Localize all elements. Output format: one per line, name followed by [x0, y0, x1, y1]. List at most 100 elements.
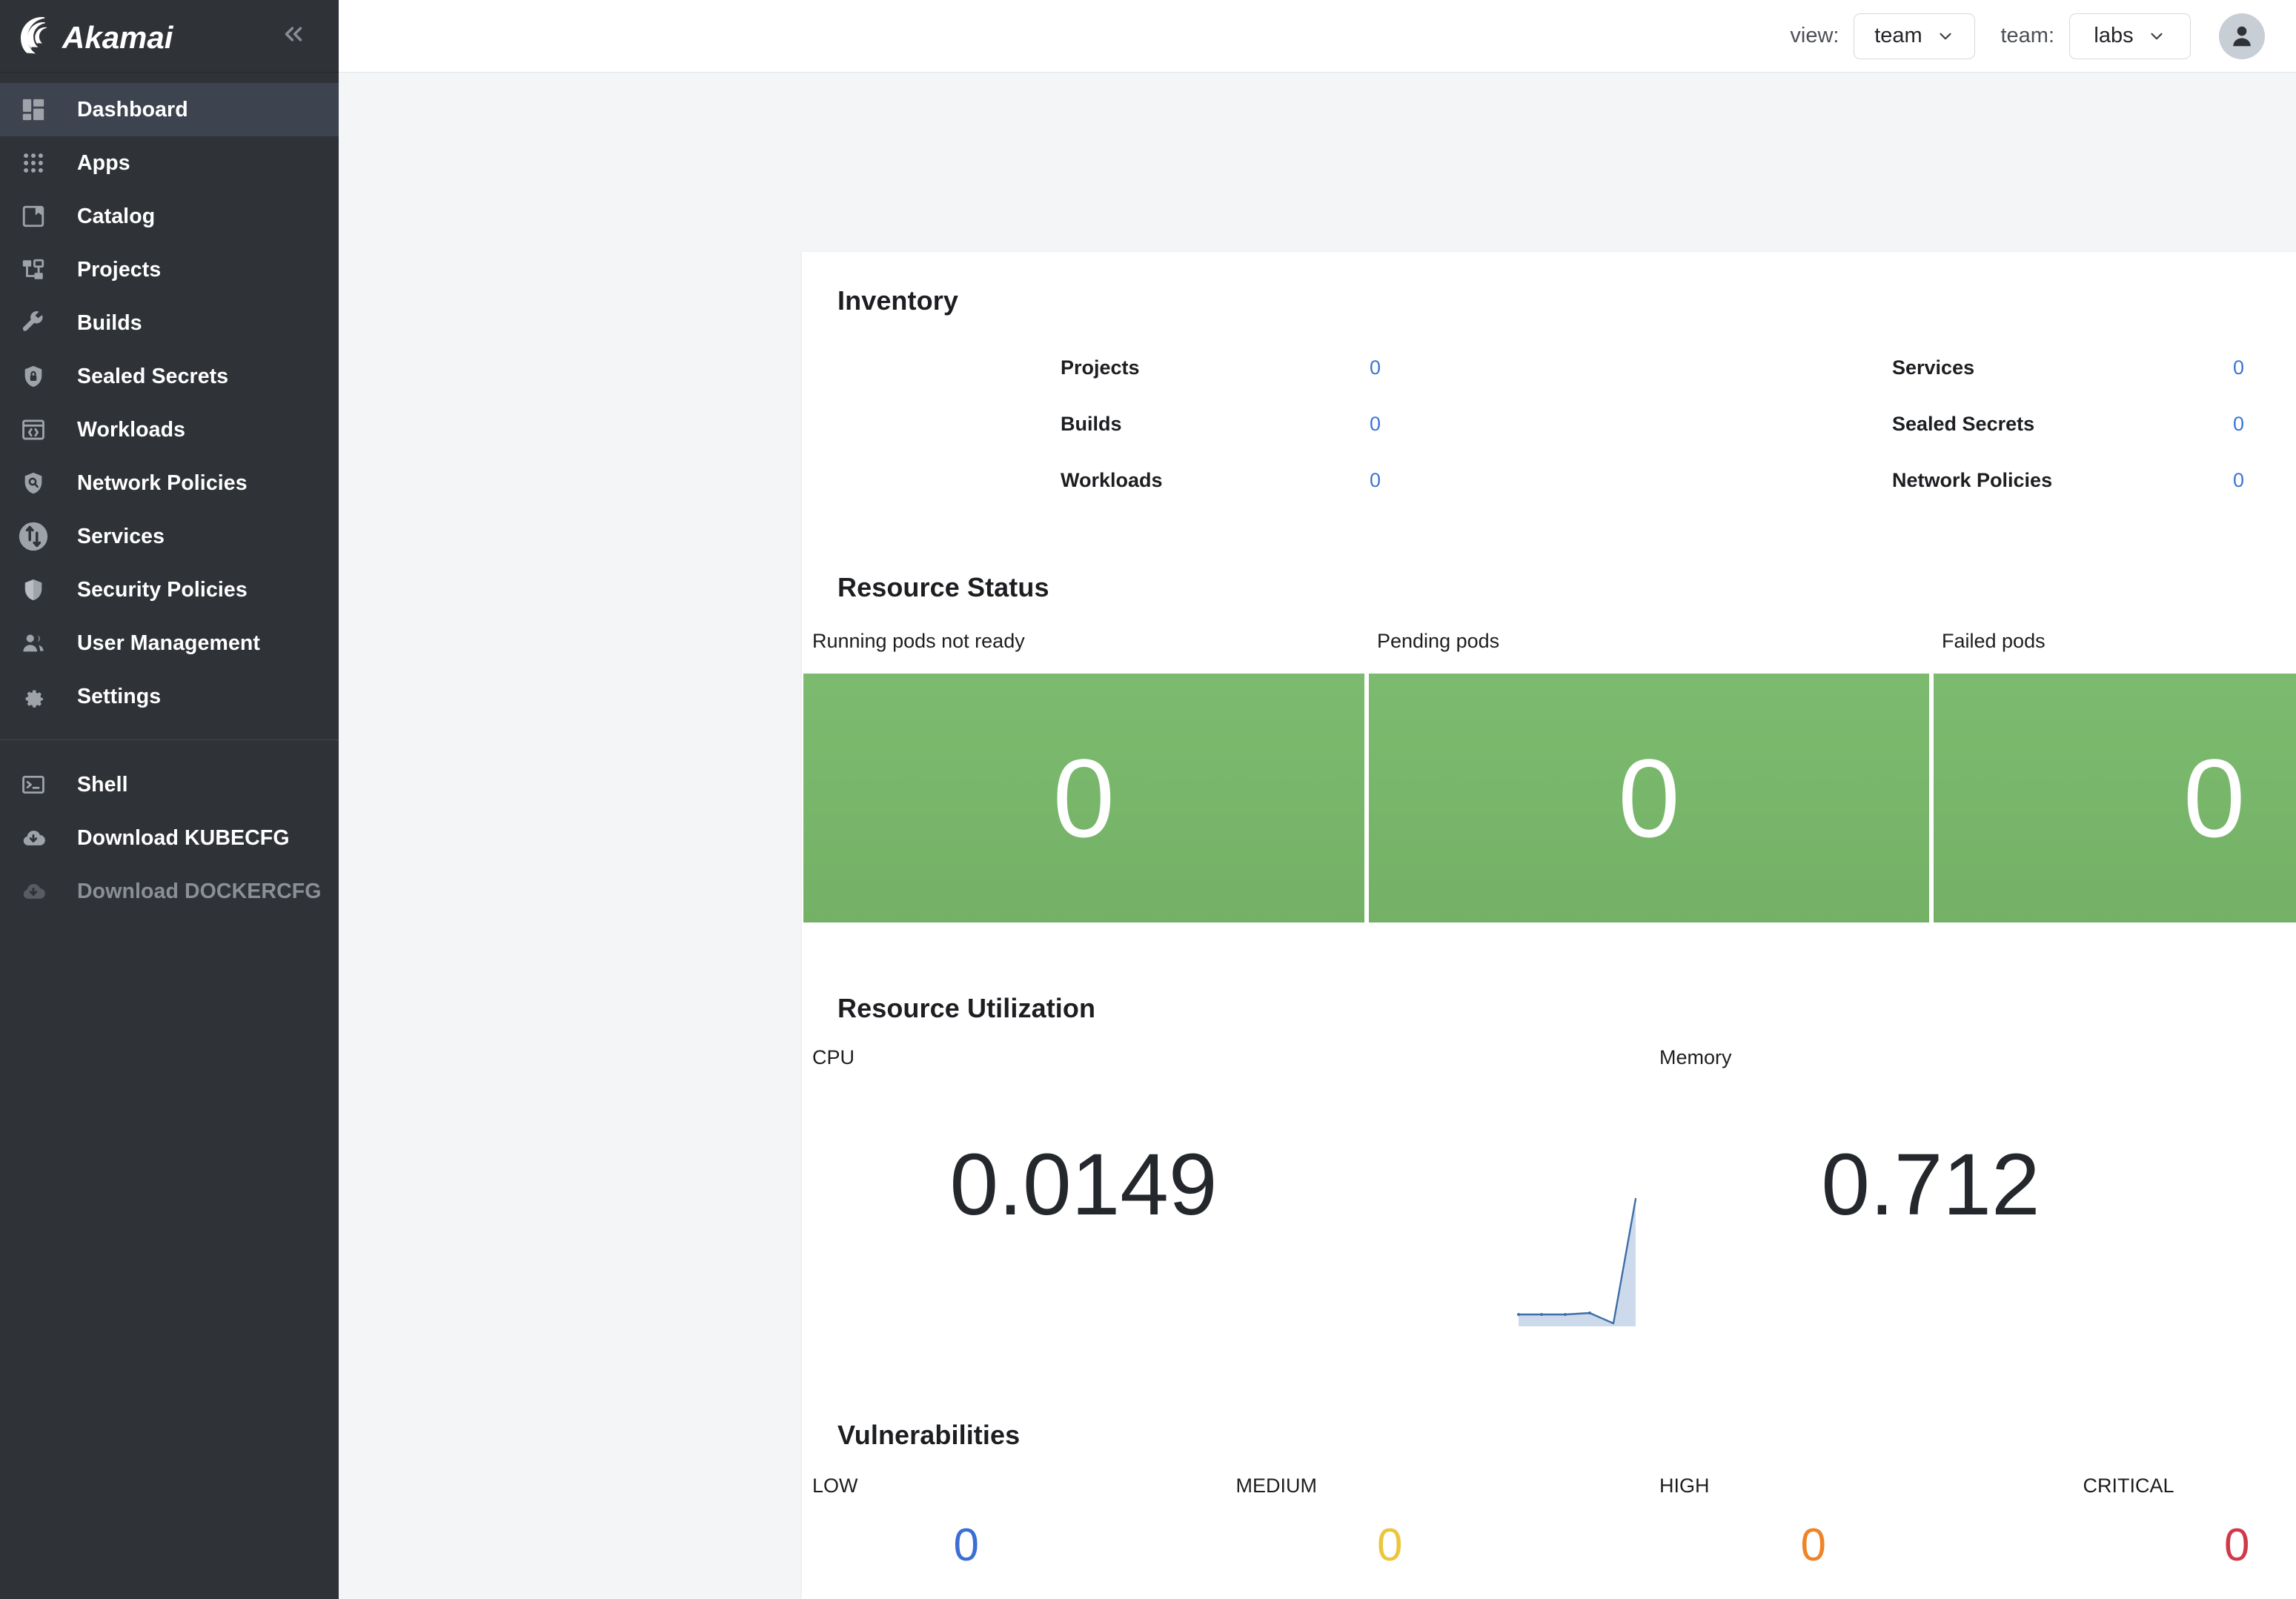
view-select[interactable]: team [1854, 13, 1976, 59]
resource-status-label: Running pods not ready [812, 630, 1025, 652]
cpu-sparkline [1501, 1157, 1649, 1328]
shield-lock-icon [16, 359, 50, 393]
resource-status-label: Failed pods [1942, 630, 2046, 652]
vulnerabilities-row: LOW 0 MEDIUM 0 HIGH 0 CRITICAL 0 [802, 1475, 2296, 1569]
inventory-value[interactable]: 0 [2233, 413, 2244, 436]
sidebar-collapse-button[interactable] [273, 14, 313, 58]
vulnerability-label: LOW [812, 1475, 858, 1497]
sidebar-item-sealed-secrets[interactable]: Sealed Secrets [0, 350, 339, 403]
sidebar-item-services[interactable]: Services [0, 510, 339, 563]
sidebar-item-label: Dashboard [77, 97, 188, 122]
sidebar-item-label: Catalog [77, 204, 156, 228]
sidebar-item-builds[interactable]: Builds [0, 296, 339, 350]
cpu-value: 0.0149 [949, 1136, 1218, 1234]
sidebar-item-label: User Management [77, 631, 260, 655]
sidebar-item-user-management[interactable]: User Management [0, 616, 339, 670]
inventory-value[interactable]: 0 [2233, 469, 2244, 492]
resource-status-label: Pending pods [1377, 630, 1500, 652]
team-label: team: [2000, 24, 2054, 47]
sidebar-primary-nav: Dashboard Apps Catalog Projects Builds S… [0, 83, 339, 723]
cloud-download-icon [16, 821, 50, 855]
vulnerabilities-section: LOW 0 MEDIUM 0 HIGH 0 CRITICAL 0 [802, 1475, 2296, 1569]
sidebar-item-catalog[interactable]: Catalog [0, 190, 339, 243]
sidebar-item-dashboard[interactable]: Dashboard [0, 83, 339, 136]
inventory-grid: Projects 0 Services 0 Builds 0 Sealed Se… [802, 339, 2296, 508]
vulnerability-value[interactable]: 0 [802, 1523, 1226, 1569]
vulnerability-label: MEDIUM [1235, 1475, 1318, 1497]
resource-status-labels: Running pods not ready Pending pods Fail… [802, 630, 2296, 653]
resource-status-title: Resource Status [837, 572, 1049, 602]
sidebar-item-security-policies[interactable]: Security Policies [0, 563, 339, 616]
sidebar-item-label: Sealed Secrets [77, 364, 229, 388]
main-area: view: team team: labs Inventory Projects… [339, 0, 2296, 1599]
chevron-down-icon [2151, 33, 2163, 39]
sidebar-item-label: Network Policies [77, 471, 248, 495]
inventory-label: Services [1892, 356, 1975, 379]
vulnerability-value[interactable]: 0 [1649, 1523, 2073, 1569]
dashboard-card: Inventory Projects 0 Services 0 Builds 0 [802, 252, 2296, 1599]
vulnerability-medium: MEDIUM 0 [1226, 1475, 1650, 1569]
sidebar-divider [0, 739, 339, 740]
vulnerability-label: CRITICAL [2083, 1475, 2174, 1497]
sidebar-item-label: Settings [77, 684, 162, 708]
inventory-label: Sealed Secrets [1892, 412, 2035, 435]
sidebar-item-settings[interactable]: Settings [0, 670, 339, 723]
shield-search-icon [16, 466, 50, 500]
akamai-logo[interactable]: Akamai [21, 16, 215, 57]
resource-utilization-title: Resource Utilization [837, 993, 1096, 1023]
resource-utilization-section: CPU 0.0149 Memory 0.712 [802, 1046, 2296, 1343]
sidebar-item-download-kubecfg[interactable]: Download KUBECFG [0, 811, 339, 865]
resource-status-tile-failed-pods[interactable]: 0 [1934, 674, 2296, 922]
users-icon [16, 626, 50, 660]
vulnerabilities-title: Vulnerabilities [837, 1420, 1021, 1450]
team-select[interactable]: labs [2069, 13, 2191, 59]
cpu-label: CPU [812, 1046, 855, 1068]
memory-value: 0.712 [1821, 1136, 2040, 1234]
dashboard-grid-icon [16, 93, 50, 127]
sidebar-item-label: Services [77, 524, 165, 548]
inventory-label: Builds [1061, 412, 1122, 435]
user-avatar-icon [2233, 26, 2251, 46]
sidebar-item-label: Download DOCKERCFG [77, 879, 322, 903]
dashboard-content: Inventory Projects 0 Services 0 Builds 0 [339, 73, 2296, 1599]
vulnerability-label: HIGH [1659, 1475, 1710, 1497]
sidebar-item-label: Builds [77, 310, 142, 335]
inventory-value[interactable]: 0 [1370, 469, 1381, 492]
inventory-value[interactable]: 0 [1370, 413, 1381, 436]
inventory-row-sealed-secrets: Sealed Secrets 0 [1649, 396, 2296, 452]
catalog-book-icon [16, 199, 50, 233]
sidebar-top-gap [0, 73, 339, 83]
sidebar-item-label: Shell [77, 772, 128, 797]
inventory-value[interactable]: 0 [2233, 356, 2244, 379]
app-root: Akamai Dashboard Apps Catalog Projects B… [0, 0, 2296, 1599]
sidebar-item-workloads[interactable]: Workloads [0, 403, 339, 456]
resource-status-section: Running pods not ready Pending pods Fail… [802, 630, 2296, 922]
sidebar-item-network-policies[interactable]: Network Policies [0, 456, 339, 510]
terminal-icon [16, 768, 50, 802]
workloads-window-icon [16, 413, 50, 447]
sidebar-item-label: Projects [77, 257, 162, 282]
vulnerability-value[interactable]: 0 [2073, 1523, 2296, 1569]
inventory-row-builds: Builds 0 [802, 396, 1649, 452]
user-avatar-button[interactable] [2219, 13, 2265, 59]
inventory-value[interactable]: 0 [1370, 356, 1381, 379]
gear-icon [16, 679, 50, 714]
resource-status-tile-running-pods-not-ready[interactable]: 0 [803, 674, 1364, 922]
sidebar-header: Akamai [0, 0, 339, 73]
view-select-value: team [1874, 24, 1922, 47]
sidebar-item-projects[interactable]: Projects [0, 243, 339, 296]
vulnerability-high: HIGH 0 [1649, 1475, 2073, 1569]
wrench-icon [16, 306, 50, 340]
sidebar-item-label: Download KUBECFG [77, 825, 290, 850]
team-select-value: labs [2094, 24, 2134, 47]
sidebar-item-apps[interactable]: Apps [0, 136, 339, 190]
resource-status-tiles: 0 0 0 [802, 674, 2296, 922]
sidebar-item-label: Security Policies [77, 577, 248, 602]
inventory-row-projects: Projects 0 [802, 339, 1649, 396]
sidebar-item-shell[interactable]: Shell [0, 758, 339, 811]
vulnerability-value[interactable]: 0 [1226, 1523, 1650, 1569]
sidebar-item-download-dockercfg: Download DOCKERCFG [0, 865, 339, 918]
vulnerability-low: LOW 0 [802, 1475, 1226, 1569]
resource-status-tile-pending-pods[interactable]: 0 [1368, 674, 1930, 922]
inventory-label: Projects [1061, 356, 1140, 379]
